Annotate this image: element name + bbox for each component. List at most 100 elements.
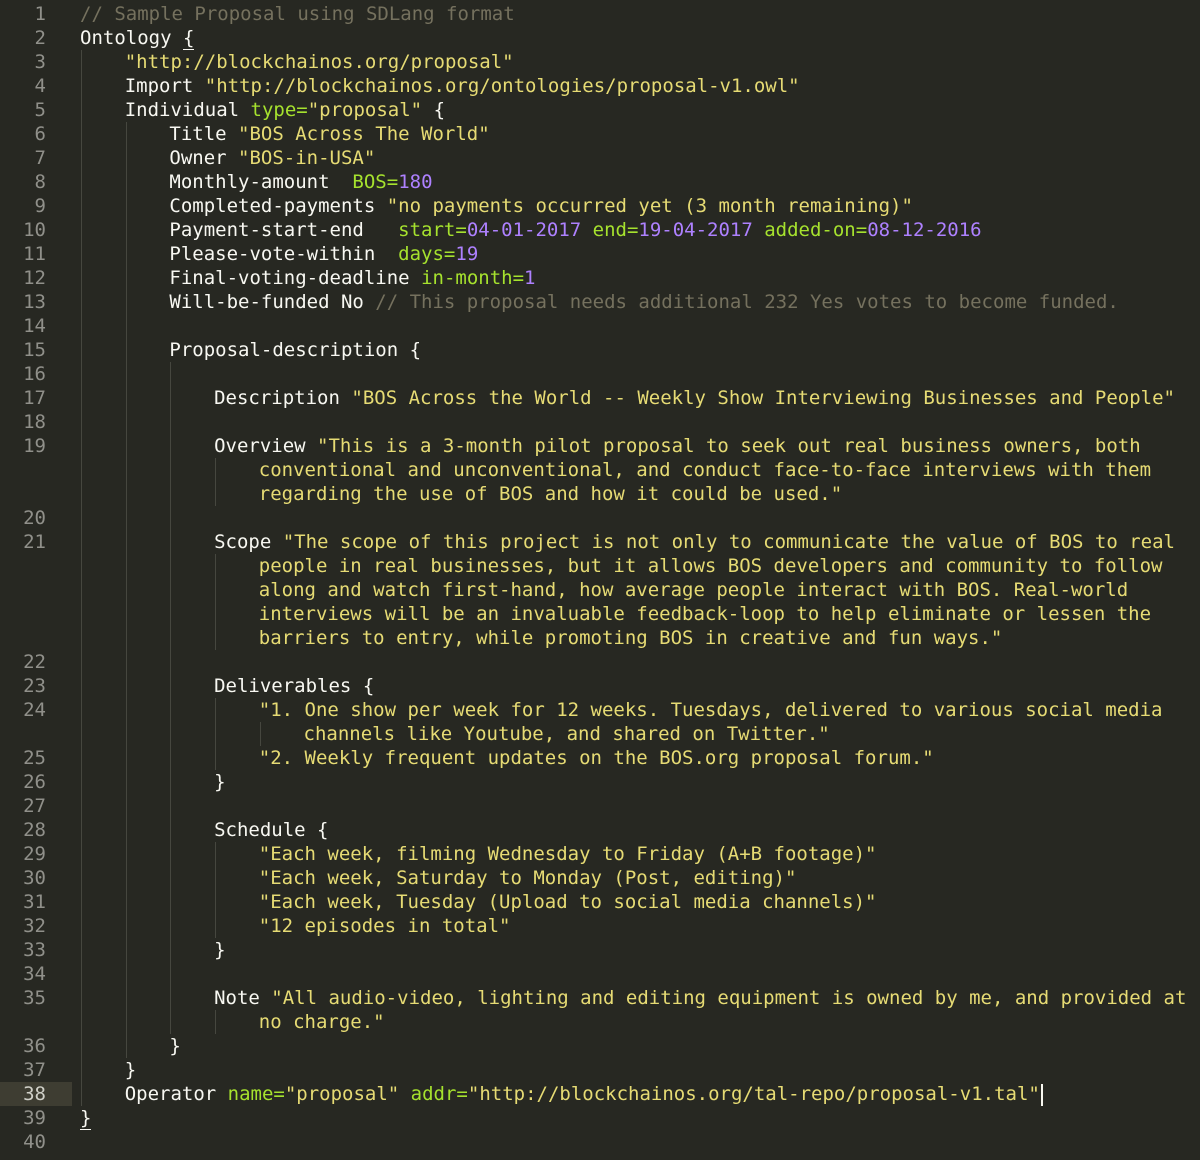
code-line[interactable]: Note "All audio-video, lighting and edit… [214,986,1186,1010]
code-editor[interactable]: 1 2 3 4 5 6 7 8 9 10 11 12 13 14 15 16 17 18 19 20 21 22 23 24 2… [0,0,1200,1160]
code-line[interactable]: // Sample Proposal using SDLang format [80,2,515,26]
code-line[interactable]: Overview "This is a 3-month pilot propos… [214,434,1141,458]
code-line[interactable]: Monthly-amount BOS=180 [169,170,432,194]
token-keyword: Please-vote-within [169,243,399,265]
token-attribute: in-month= [421,267,525,289]
line-number: 5 [34,99,46,121]
token-punctuation: { [422,99,446,121]
indent-guide [215,698,216,770]
token-punctuation: { [409,339,422,361]
line-number [0,626,72,650]
code-line[interactable]: Deliverables { [214,674,374,698]
code-line[interactable]: "http://blockchainos.org/proposal" [125,50,514,74]
code-line[interactable]: conventional and unconventional, and con… [259,458,1151,482]
code-line[interactable]: Please-vote-within days=19 [169,242,478,266]
token-string-literal: "proposal" [284,1083,400,1105]
code-line[interactable]: along and watch first-hand, how average … [259,578,1128,602]
code-line[interactable]: barriers to entry, while promoting BOS i… [259,626,1003,650]
line-number: 23 [23,675,46,697]
code-line[interactable]: channels like Youtube, and shared on Twi… [304,722,830,746]
line-number: 21 [23,531,46,553]
token-keyword: Note [214,987,272,1009]
token-string-literal: "http://blockchainos.org/ontologies/prop… [204,75,800,97]
token-attribute: end= [581,219,639,241]
line-number: 39 [23,1107,46,1129]
token-comment: // This proposal needs additional 232 Ye… [375,291,1119,313]
code-line[interactable]: Individual type="proposal" { [125,98,445,122]
code-line[interactable]: } [214,770,225,794]
token-string-literal: "1. One show per week for 12 weeks. Tues… [258,699,1163,721]
code-line[interactable]: Operator name="proposal" addr="http://bl… [125,1082,1043,1106]
code-line[interactable]: } [125,1058,136,1082]
indent-guide [126,122,127,1058]
line-number: 33 [23,939,46,961]
code-line[interactable]: interviews will be an invaluable feedbac… [259,602,1151,626]
line-number: 12 [23,267,46,289]
line-number: 7 [34,147,46,169]
code-line[interactable]: "Each week, filming Wednesday to Friday … [259,842,877,866]
token-keyword: Individual [124,99,251,121]
token-keyword: Import [124,75,205,97]
code-line[interactable]: Proposal-description { [169,338,421,362]
code-line[interactable]: Title "BOS Across The World" [169,122,489,146]
token-string-literal: "http://blockchainos.org/tal-repo/propos… [467,1083,1040,1105]
token-attribute: days= [398,243,456,265]
code-line[interactable]: Import "http://blockchainos.org/ontologi… [125,74,800,98]
line-number: 16 [23,363,46,385]
code-line[interactable]: Description "BOS Across the World -- Wee… [214,386,1175,410]
code-line[interactable]: "2. Weekly frequent updates on the BOS.o… [259,746,934,770]
indent-guide [81,50,82,1106]
code-line[interactable]: "12 episodes in total" [259,914,511,938]
token-keyword: Proposal-description [169,339,410,361]
code-line[interactable]: Ontology { [80,26,195,50]
line-number: 19 [23,435,46,457]
code-line[interactable]: "1. One show per week for 12 weeks. Tues… [259,698,1163,722]
token-string-literal: "2. Weekly frequent updates on the BOS.o… [258,747,934,769]
token-punctuation: } [214,939,226,961]
token-keyword: Scope [214,531,283,553]
indent-guide [215,554,216,650]
code-line[interactable]: regarding the use of BOS and how it coul… [259,482,842,506]
code-line[interactable]: Will-be-funded No // This proposal needs… [169,290,1118,314]
token-punctuation: } [214,771,226,793]
line-number: 14 [23,315,46,337]
code-line[interactable]: Scope "The scope of this project is not … [214,530,1175,554]
code-line[interactable]: Owner "BOS-in-USA" [169,146,375,170]
line-number: 24 [23,699,46,721]
line-number [0,578,72,602]
token-string-literal: "http://blockchainos.org/proposal" [124,51,514,73]
code-line[interactable]: Completed-payments "no payments occurred… [169,194,913,218]
code-line[interactable]: Payment-start-end start=04-01-2017 end=1… [169,218,981,242]
code-line[interactable]: } [169,1034,180,1058]
code-line[interactable]: "Each week, Tuesday (Upload to social me… [259,890,877,914]
token-string-literal: "no payments occurred yet (3 month remai… [386,195,913,217]
token-punctuation: } [124,1059,137,1081]
token-string-literal: "Each week, filming Wednesday to Friday … [258,843,877,865]
code-line[interactable]: } [80,1106,92,1130]
token-number: 19-04-2017 [638,219,753,241]
line-number: 18 [23,411,46,433]
token-string-literal: conventional and unconventional, and con… [258,459,1152,481]
indent-guide [215,842,216,938]
token-attribute: added-on= [752,219,868,241]
token-keyword: Owner [169,147,239,169]
line-number: 15 [23,339,46,361]
token-number: 04-01-2017 [466,219,582,241]
line-number [0,554,72,578]
code-line[interactable]: } [214,938,225,962]
token-string-literal: no charge." [258,1011,385,1033]
code-line[interactable]: people in real businesses, but it allows… [259,554,1163,578]
text-cursor [1040,1083,1043,1106]
code-line[interactable]: Schedule { [214,818,328,842]
line-number: 3 [34,51,46,73]
code-line[interactable]: no charge." [259,1010,385,1034]
line-number: 34 [23,963,46,985]
code-line[interactable]: "Each week, Saturday to Monday (Post, ed… [259,866,797,890]
token-string-literal: "BOS-in-USA" [238,147,376,169]
token-keyword: Schedule [214,819,318,841]
line-number: 25 [23,747,46,769]
code-line[interactable]: Final-voting-deadline in-month=1 [169,266,535,290]
line-number: 29 [23,843,46,865]
line-number: 22 [23,651,46,673]
token-string-literal: people in real businesses, but it allows… [258,555,1163,577]
